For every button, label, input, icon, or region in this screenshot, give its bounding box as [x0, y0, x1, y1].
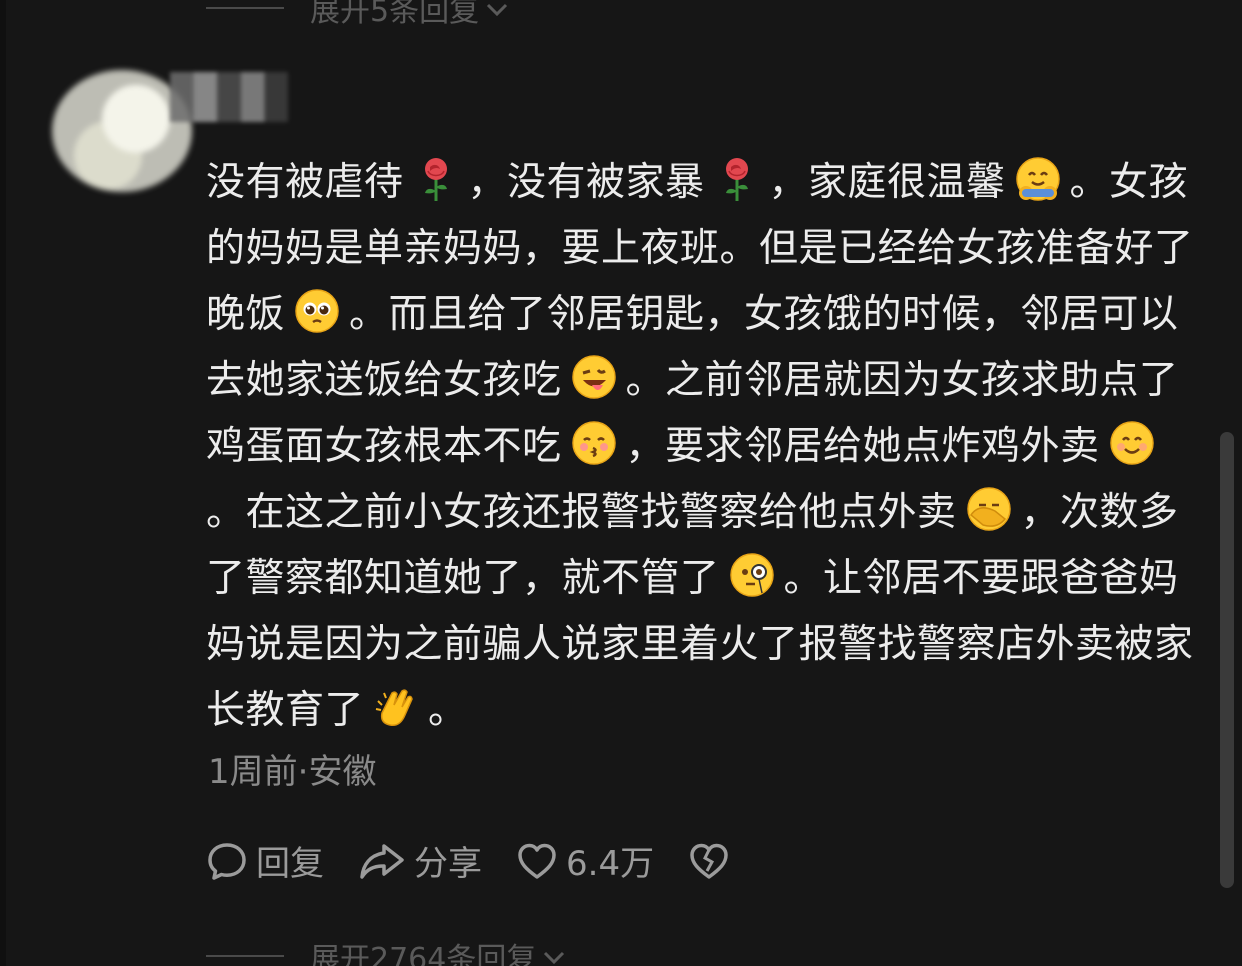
monocle-emoji — [728, 551, 776, 599]
share-arrow-icon — [360, 843, 404, 879]
expand-replies-bottom[interactable]: 展开2764条回复 — [206, 934, 566, 966]
like-button[interactable]: 6.4万 — [516, 836, 654, 885]
comment-text-segment: ，要求邻居给她点炸鸡外卖 — [625, 424, 1100, 469]
wink-tongue-emoji — [570, 353, 618, 401]
comment-actions: 回复 分享 6.4万 — [206, 836, 772, 885]
expand-replies-label: 展开2764条回复 — [310, 942, 537, 966]
reply-button[interactable]: 回复 — [206, 836, 324, 885]
window-edge — [0, 0, 6, 966]
dislike-button[interactable] — [688, 841, 738, 881]
hug-emoji — [1014, 155, 1062, 203]
heart-icon — [518, 843, 556, 879]
comment-text-segment: ，没有被家暴 — [467, 160, 705, 205]
pleading-emoji — [293, 287, 341, 335]
comment-text-segment: 没有被虐待 — [206, 160, 404, 205]
reply-label: 回复 — [256, 844, 324, 884]
share-label: 分享 — [414, 844, 482, 884]
broken-heart-icon — [690, 843, 728, 879]
divider-line — [206, 7, 284, 9]
clap-emoji — [372, 683, 420, 731]
kissing-emoji — [570, 419, 618, 467]
comment-text-segment: 。在这之前小女孩还报警找警察给他点外卖 — [206, 490, 957, 535]
scrollbar[interactable] — [1220, 432, 1234, 888]
username-blurred[interactable] — [170, 72, 288, 122]
comment-text: 没有被虐待 ，没有被家暴 ，家庭很温馨 。女孩的妈妈是单亲妈妈，要上夜班。但是已经给女… — [206, 150, 1196, 744]
chevron-down-icon — [542, 939, 566, 966]
like-count: 6.4万 — [566, 844, 655, 884]
comment-text-segment: 。 — [428, 688, 468, 733]
smile-emoji — [1108, 419, 1156, 467]
comment-page: 展开5条回复 没有被虐待 ，没有被家暴 ，家庭很温馨 。女孩的妈妈是单亲妈妈，要上夜班… — [0, 0, 1242, 966]
share-button[interactable]: 分享 — [358, 836, 482, 885]
divider-line — [206, 955, 284, 957]
rose-emoji — [713, 155, 761, 203]
expand-replies-label: 展开5条回复 — [310, 0, 480, 29]
comment-text-segment: ，家庭很温馨 — [768, 160, 1006, 205]
facepalm-emoji — [965, 485, 1013, 533]
expand-replies-top[interactable]: 展开5条回复 — [206, 0, 509, 30]
rose-emoji — [412, 155, 460, 203]
comment-bubble-icon — [208, 842, 246, 880]
comment-meta: 1周前·安徽 — [208, 752, 377, 792]
chevron-down-icon — [485, 0, 509, 26]
